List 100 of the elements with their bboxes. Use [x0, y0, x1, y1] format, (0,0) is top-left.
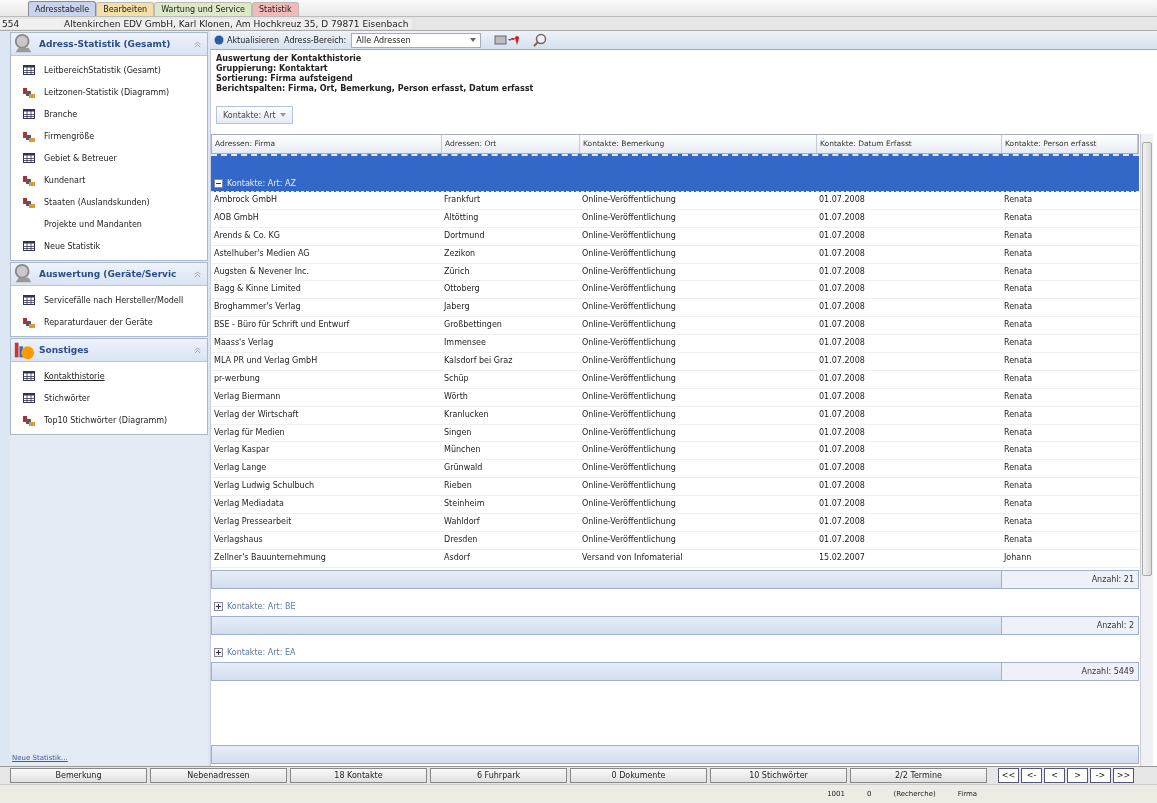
chart-icon — [23, 196, 35, 208]
table-cell-text: Zellner's Bauunternehmung — [213, 551, 327, 564]
table-cell-text: Online-Veröffentlichung — [581, 498, 677, 511]
table-icon — [23, 240, 35, 252]
table-icon — [23, 64, 35, 76]
chart-icon — [23, 86, 35, 98]
table-cell-text: Altötting — [443, 211, 480, 224]
table-cell-text: Steinheim — [443, 498, 486, 511]
scrollbar[interactable] — [1140, 134, 1153, 766]
table-cell-text: Online-Veröffentlichung — [581, 229, 677, 242]
table-cell-text: Online-Veröffentlichung — [581, 283, 677, 296]
table-cell-text: Online-Veröffentlichung — [581, 480, 677, 493]
table-cell-text: Renata — [1003, 533, 1034, 546]
sidebar-item[interactable]: Kontakthistorie — [44, 371, 105, 381]
table-cell-text: Kalsdorf bei Graz — [443, 355, 514, 367]
address-text: Altenkirchen EDV GmbH, Karl Klonen, Am Hochkreuz 35, D 79871 Eisenbach — [60, 18, 413, 29]
navigation-button[interactable]: > — [1067, 768, 1088, 783]
table-icon — [23, 152, 35, 164]
refresh-button[interactable]: Aktualisieren — [214, 35, 280, 45]
table-cell-text: Schüp — [443, 372, 470, 385]
section-header[interactable]: Sonstiges — [11, 339, 207, 362]
group-count: Anzahl: 21 — [1001, 570, 1138, 588]
tab[interactable]: Bearbeiten — [96, 2, 155, 16]
navigation-button[interactable]: -> — [1090, 768, 1111, 783]
sidebar-item[interactable]: Branche — [44, 109, 78, 119]
sidebar-item[interactable]: Firmengröße — [44, 131, 95, 141]
table-cell-text: Wörth — [443, 390, 469, 403]
table-cell-text: Verlagshaus — [213, 533, 264, 546]
table-cell-text: Astelhuber's Medien AG — [213, 247, 311, 260]
table-cell-text: Dresden — [443, 533, 479, 546]
sidebar-item[interactable]: Kundenart — [44, 175, 86, 185]
section-header[interactable]: Auswertung (Geräte/Servic — [11, 263, 207, 286]
sidebar-item[interactable]: Projekte und Mandanten — [44, 219, 142, 229]
sidebar-item[interactable]: Reparaturdauer der Geräte — [44, 317, 153, 327]
tab-button[interactable]: 6 Fuhrpark — [430, 768, 567, 783]
table-cell-text: Renata — [1003, 408, 1034, 421]
table-cell-text: Singen — [443, 426, 473, 439]
expander-icon[interactable] — [214, 179, 223, 188]
range-dropdown[interactable]: Alle Adressen — [351, 32, 482, 48]
tab-button[interactable]: 18 Kontakte — [290, 768, 427, 783]
table-cell-text: Online-Veröffentlichung — [581, 533, 677, 546]
tab[interactable]: Statistik — [251, 2, 299, 16]
tab-button[interactable]: 2/2 Termine — [850, 768, 987, 783]
table-cell-text: Rieben — [443, 480, 473, 493]
sidebar-item[interactable]: Staaten (Auslandskunden) — [44, 197, 150, 207]
navigation-button[interactable]: < — [1044, 768, 1065, 783]
table-cell-text: 01.07.2008 — [818, 211, 866, 224]
table-cell-text: Grünwald — [443, 462, 484, 475]
table-cell-text: Verlag Biermann — [213, 390, 282, 403]
tab-button[interactable]: Bemerkung — [10, 768, 147, 783]
tab[interactable]: Adresstabelle — [28, 1, 97, 16]
table-cell-text: Renata — [1003, 301, 1034, 314]
table-cell-text: Verlag Mediadata — [213, 498, 285, 511]
table-cell-text: 01.07.2008 — [818, 319, 866, 332]
table-cell-text: Renata — [1003, 355, 1034, 367]
table-cell-text: 01.07.2008 — [818, 390, 866, 403]
chart-icon — [23, 174, 35, 186]
sidebar-item[interactable]: Neue Statistik — [44, 241, 101, 251]
expander-icon[interactable] — [214, 601, 223, 611]
group-row[interactable]: Kontakte: Art: EA — [211, 634, 1139, 660]
table-cell-text: Renata — [1003, 498, 1034, 511]
table-cell-text: Online-Veröffentlichung — [581, 426, 677, 439]
table-cell-text: Online-Veröffentlichung — [581, 516, 677, 529]
tab[interactable]: Wartung und Service — [154, 2, 252, 16]
table-cell-text: Ottoberg — [443, 283, 481, 296]
sidebar-item[interactable]: Gebiet & Betreuer — [44, 153, 117, 163]
table-cell-text: pr-werbung — [213, 372, 261, 385]
table-cell-text: Renata — [1003, 337, 1034, 350]
table-icon — [23, 108, 35, 120]
table-cell-text: 01.07.2008 — [818, 533, 866, 546]
sidebar-item[interactable]: Top10 Stichwörter (Diagramm) — [44, 415, 168, 425]
group-field-chip[interactable]: Kontakte: Art — [216, 106, 293, 124]
navigation-button[interactable]: <- — [1021, 768, 1042, 783]
table-icon — [23, 392, 35, 404]
section-header[interactable]: Adress-Statistik (Gesamt) — [11, 33, 207, 56]
sidebar-item[interactable]: Leitzonen-Statistik (Diagramm) — [44, 87, 170, 97]
table-cell-text: Online-Veröffentlichung — [581, 444, 677, 457]
sidebar-item[interactable]: LeitbereichStatistik (Gesamt) — [44, 65, 161, 75]
table-cell-text: 01.07.2008 — [818, 194, 866, 206]
table-cell-text: Immensee — [443, 337, 487, 350]
sidebar-item[interactable]: Stichwörter — [44, 393, 90, 403]
record-number: 554 — [0, 18, 60, 29]
tab-button[interactable]: 10 Stichwörter — [710, 768, 847, 783]
section-title: Auswertung (Geräte/Servic — [39, 269, 178, 279]
table-cell-text: 15.02.2007 — [818, 551, 866, 564]
tab-button[interactable]: Nebenadressen — [150, 768, 287, 783]
tab-button[interactable]: 0 Dokumente — [570, 768, 707, 783]
table-cell-text: 01.07.2008 — [818, 408, 866, 421]
group-row[interactable]: Kontakte: Art: BE — [211, 588, 1139, 614]
navigation-button[interactable]: >> — [1113, 768, 1134, 783]
table-cell-text: Ambrock GmbH — [213, 194, 278, 206]
table-cell-text: Online-Veröffentlichung — [581, 301, 677, 314]
table-cell-text: Asdorf — [443, 551, 471, 564]
sidebar-item[interactable]: Servicefälle nach Hersteller/Modell — [44, 295, 184, 305]
table-cell-text: Online-Veröffentlichung — [581, 319, 677, 332]
zoom-icon[interactable] — [533, 33, 548, 47]
expander-icon[interactable] — [214, 647, 223, 657]
navigation-button[interactable]: << — [998, 768, 1019, 783]
report-header-line: Sortierung: Firma aufsteigend — [216, 74, 354, 84]
group-row[interactable]: Kontakte: Art: AZ — [211, 154, 1139, 192]
